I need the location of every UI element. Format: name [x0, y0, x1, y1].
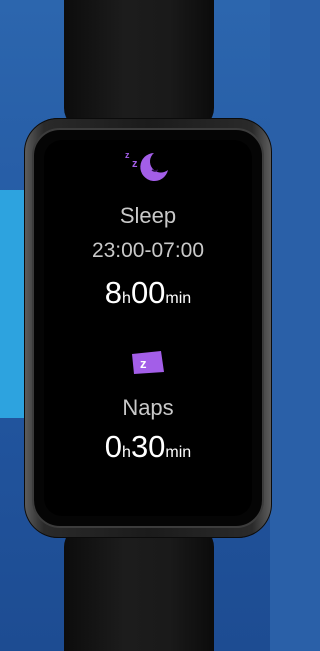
sleep-minutes-value: 00	[130, 275, 166, 310]
sleep-hours-unit: h	[122, 290, 131, 307]
svg-text:z: z	[125, 150, 130, 160]
svg-text:z: z	[140, 356, 147, 371]
svg-text:z: z	[132, 158, 138, 170]
naps-hours-unit: h	[122, 444, 131, 461]
naps-label: Naps	[122, 395, 174, 420]
naps-minutes-value: 30	[130, 429, 166, 464]
svg-text:z: z	[152, 349, 157, 359]
sleep-hours-value: 8	[104, 275, 123, 310]
sleep-label: Sleep	[119, 203, 177, 228]
sleep-time-range: 23:00-07:00	[91, 239, 205, 262]
sleep-minutes-unit: min	[165, 290, 192, 307]
watch-strap-top	[64, 0, 214, 130]
naps-minutes-unit: min	[165, 444, 192, 461]
naps-hours-value: 0	[104, 429, 123, 464]
naps-duration: 0h30min	[44, 429, 252, 465]
nap-zz-icon: z z	[128, 345, 168, 377]
sleep-duration: 8h00min	[44, 275, 252, 311]
watch-strap-bottom	[64, 525, 214, 651]
sleeping-moon-icon: z z	[122, 148, 172, 184]
